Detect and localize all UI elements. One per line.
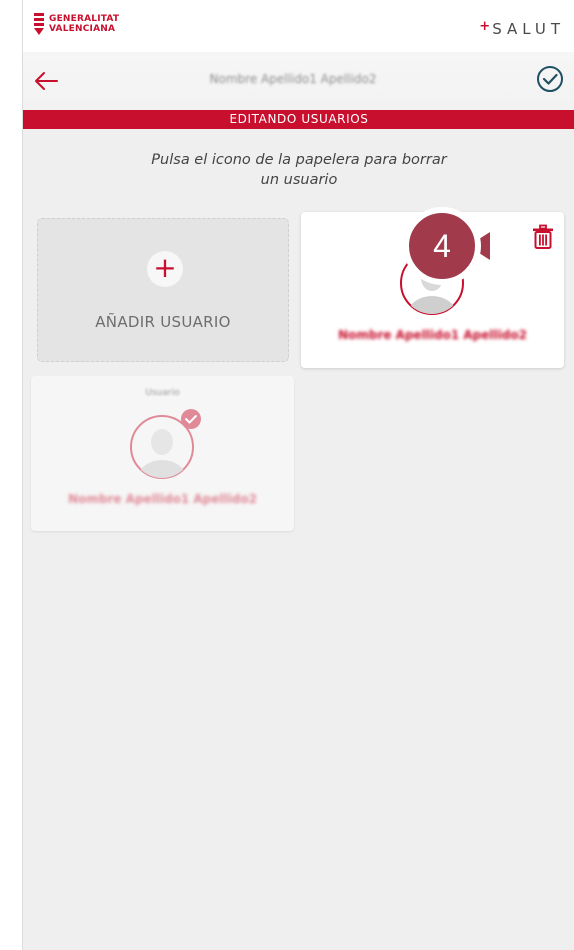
user-id-label: Usuario bbox=[145, 388, 180, 398]
top-header: GENERALITAT VALENCIANA + SALUT bbox=[23, 0, 574, 52]
salut-cross: + bbox=[479, 19, 491, 34]
generalitat-logo: GENERALITAT VALENCIANA bbox=[33, 12, 119, 36]
check-badge-icon bbox=[181, 409, 201, 429]
user-name: Nombre Apellido1 Apellido2 bbox=[338, 328, 527, 342]
generalitat-emblem-icon bbox=[34, 13, 44, 35]
brand-line2: VALENCIANA bbox=[49, 24, 116, 34]
brand-line1: GENERALITAT bbox=[49, 14, 120, 24]
plus-icon: + bbox=[147, 251, 183, 287]
instructions-line1: Pulsa el icono de la papelera para borra… bbox=[151, 152, 447, 168]
check-circle-icon bbox=[537, 66, 563, 92]
instructions-line2: un usuario bbox=[260, 172, 338, 188]
add-user-button[interactable]: + AÑADIR USUARIO bbox=[37, 218, 289, 362]
user-name: Nombre Apellido1 Apellido2 bbox=[68, 492, 257, 506]
arrow-left-icon bbox=[35, 72, 58, 90]
user-avatar-icon bbox=[400, 251, 464, 315]
trash-icon bbox=[533, 224, 553, 249]
salut-logo: + SALUT bbox=[479, 19, 565, 38]
user-id-label: Titular bbox=[418, 224, 447, 234]
instructions-text: Pulsa el icono de la papelera para borra… bbox=[119, 150, 479, 190]
app-screen: GENERALITAT VALENCIANA + SALUT Nombre Ape… bbox=[22, 0, 574, 950]
user-card-holder[interactable]: Titular Nombre Apellido1 Apellido2 bbox=[301, 212, 564, 368]
nav-bar: Nombre Apellido1 Apellido2 bbox=[23, 52, 574, 111]
delete-user-button[interactable] bbox=[532, 224, 554, 250]
salut-text: SALUT bbox=[492, 20, 565, 38]
nav-title: Nombre Apellido1 Apellido2 bbox=[209, 72, 377, 86]
back-button[interactable] bbox=[33, 68, 61, 94]
add-user-label: AÑADIR USUARIO bbox=[95, 313, 231, 331]
editing-users-banner: EDITANDO USUARIOS bbox=[23, 110, 574, 129]
confirm-button[interactable] bbox=[535, 64, 565, 94]
user-card-secondary[interactable]: Usuario Nombre Apellido1 Apellido2 bbox=[31, 376, 294, 531]
